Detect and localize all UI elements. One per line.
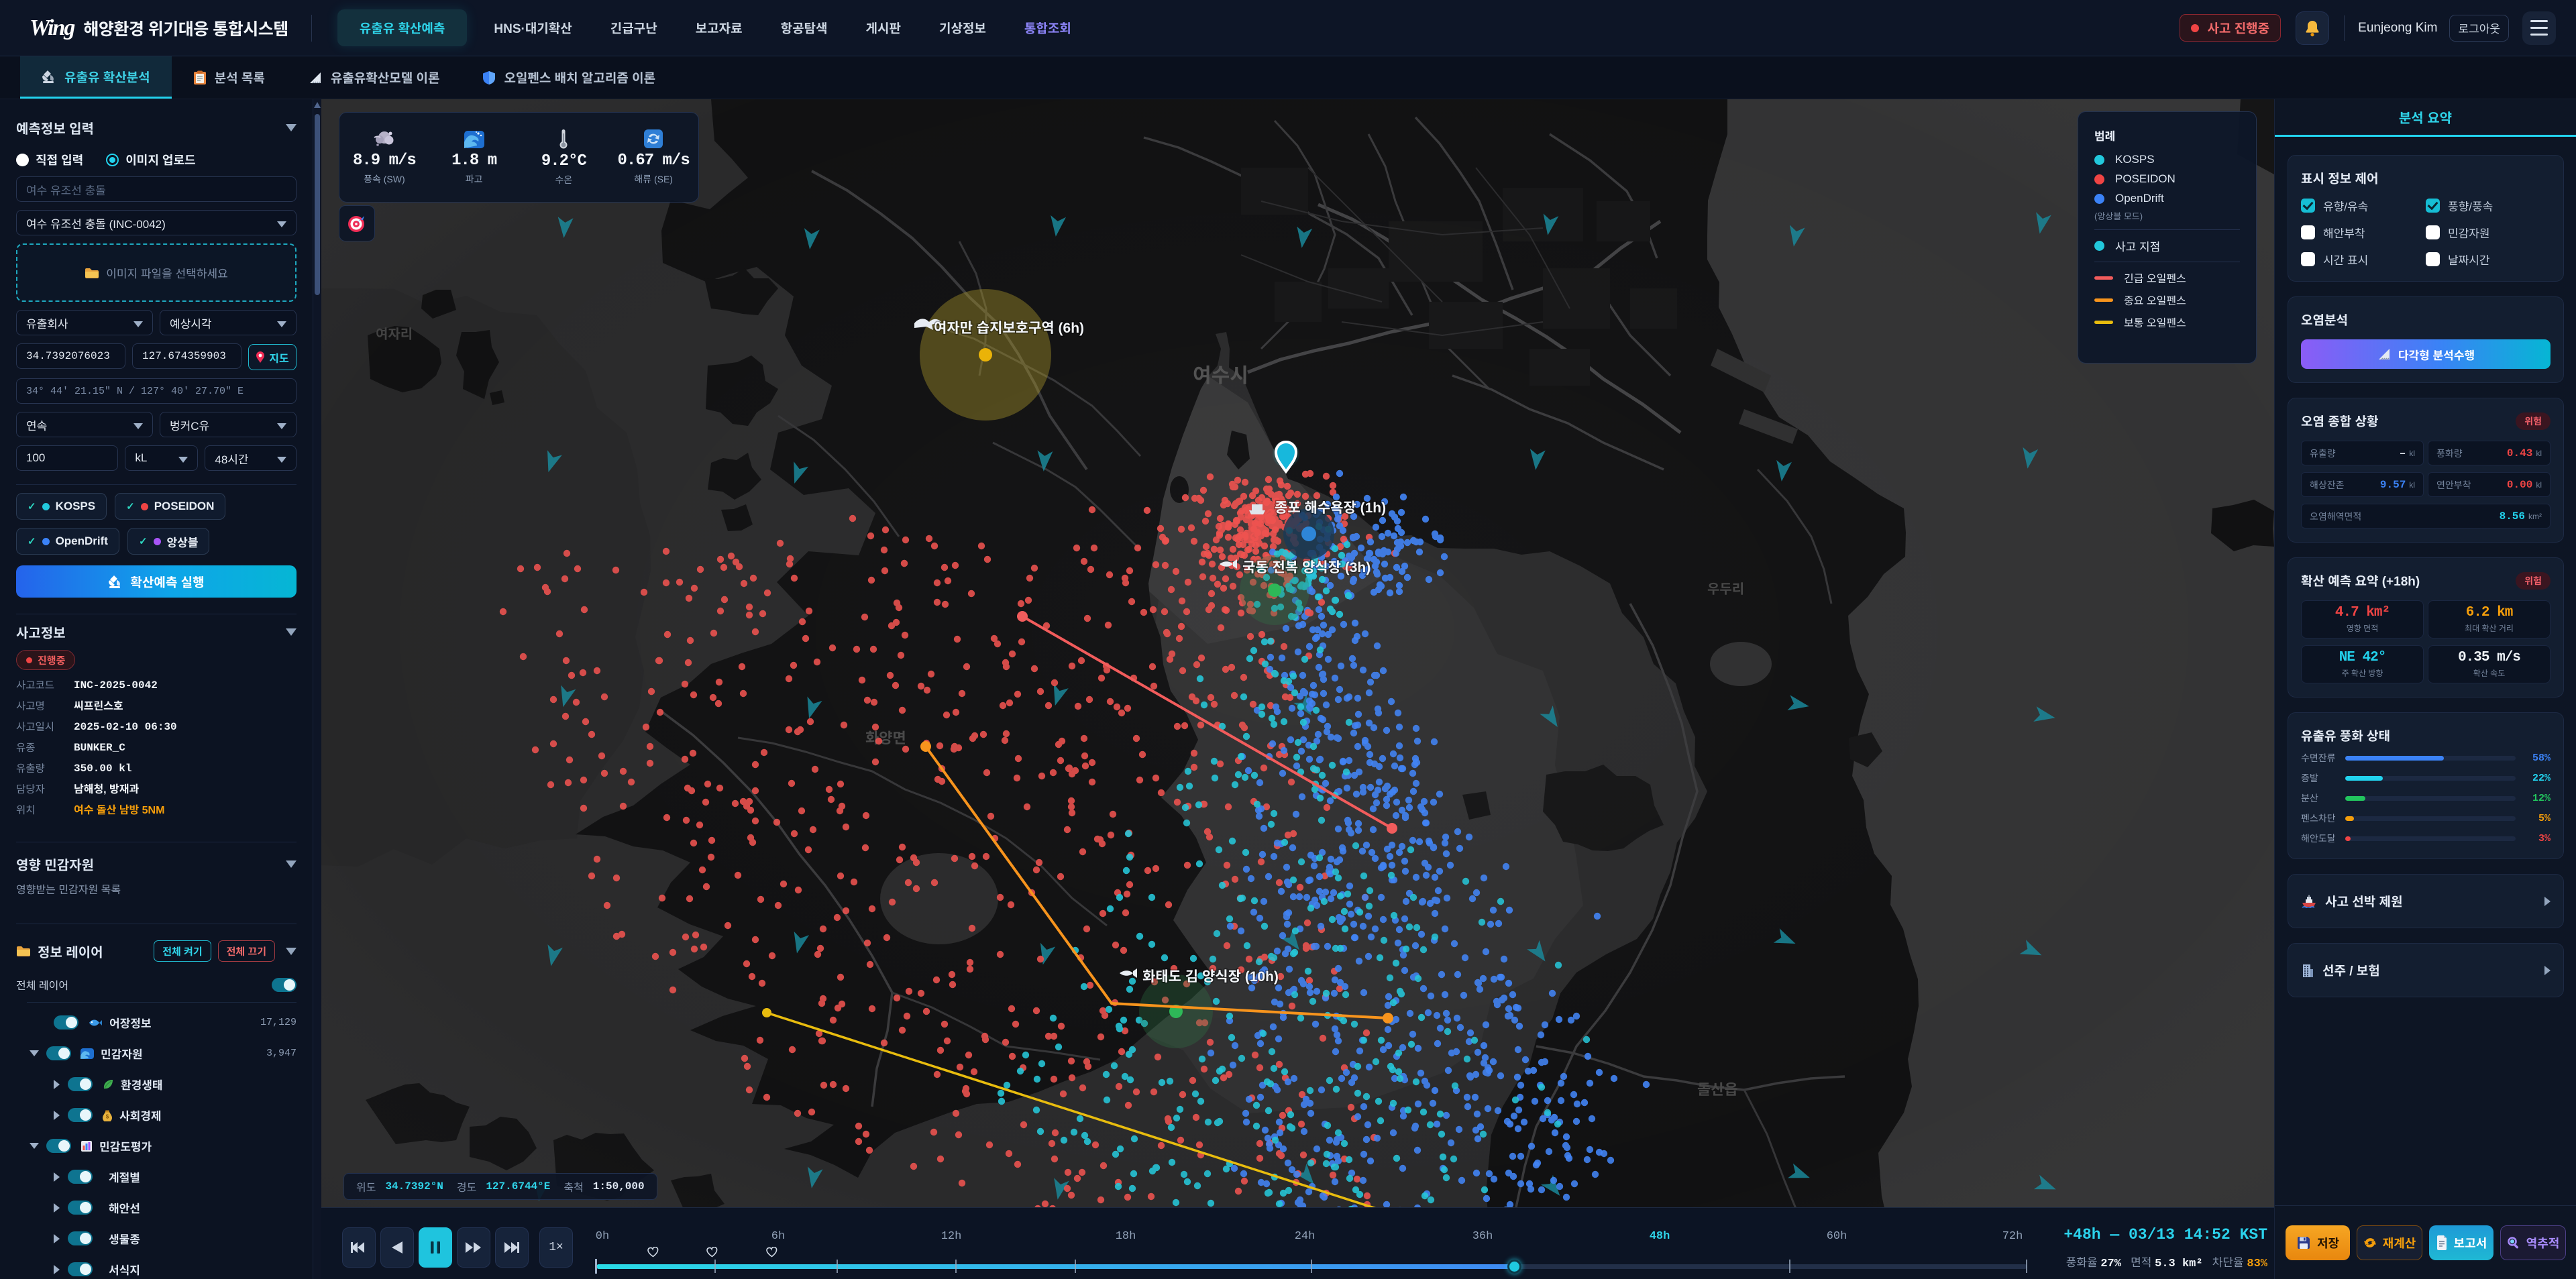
svg-text:국동 전복 양식장 (3h): 국동 전복 양식장 (3h) bbox=[1242, 560, 1371, 575]
svg-text:종포 해수욕장 (1h): 종포 해수욕장 (1h) bbox=[1275, 500, 1386, 516]
svg-text:여자리: 여자리 bbox=[376, 327, 413, 342]
svg-text:우두리: 우두리 bbox=[1707, 582, 1744, 597]
svg-text:화태도 김 양식장 (10h): 화태도 김 양식장 (10h) bbox=[1142, 969, 1279, 985]
svg-text:화양면: 화양면 bbox=[865, 730, 906, 746]
svg-text:$: $ bbox=[106, 1113, 109, 1119]
svg-text:여자만 습지보호구역 (6h): 여자만 습지보호구역 (6h) bbox=[934, 321, 1084, 336]
svg-text:돌산읍: 돌산읍 bbox=[1697, 1081, 1738, 1098]
svg-text:여수시: 여수시 bbox=[1193, 365, 1248, 387]
